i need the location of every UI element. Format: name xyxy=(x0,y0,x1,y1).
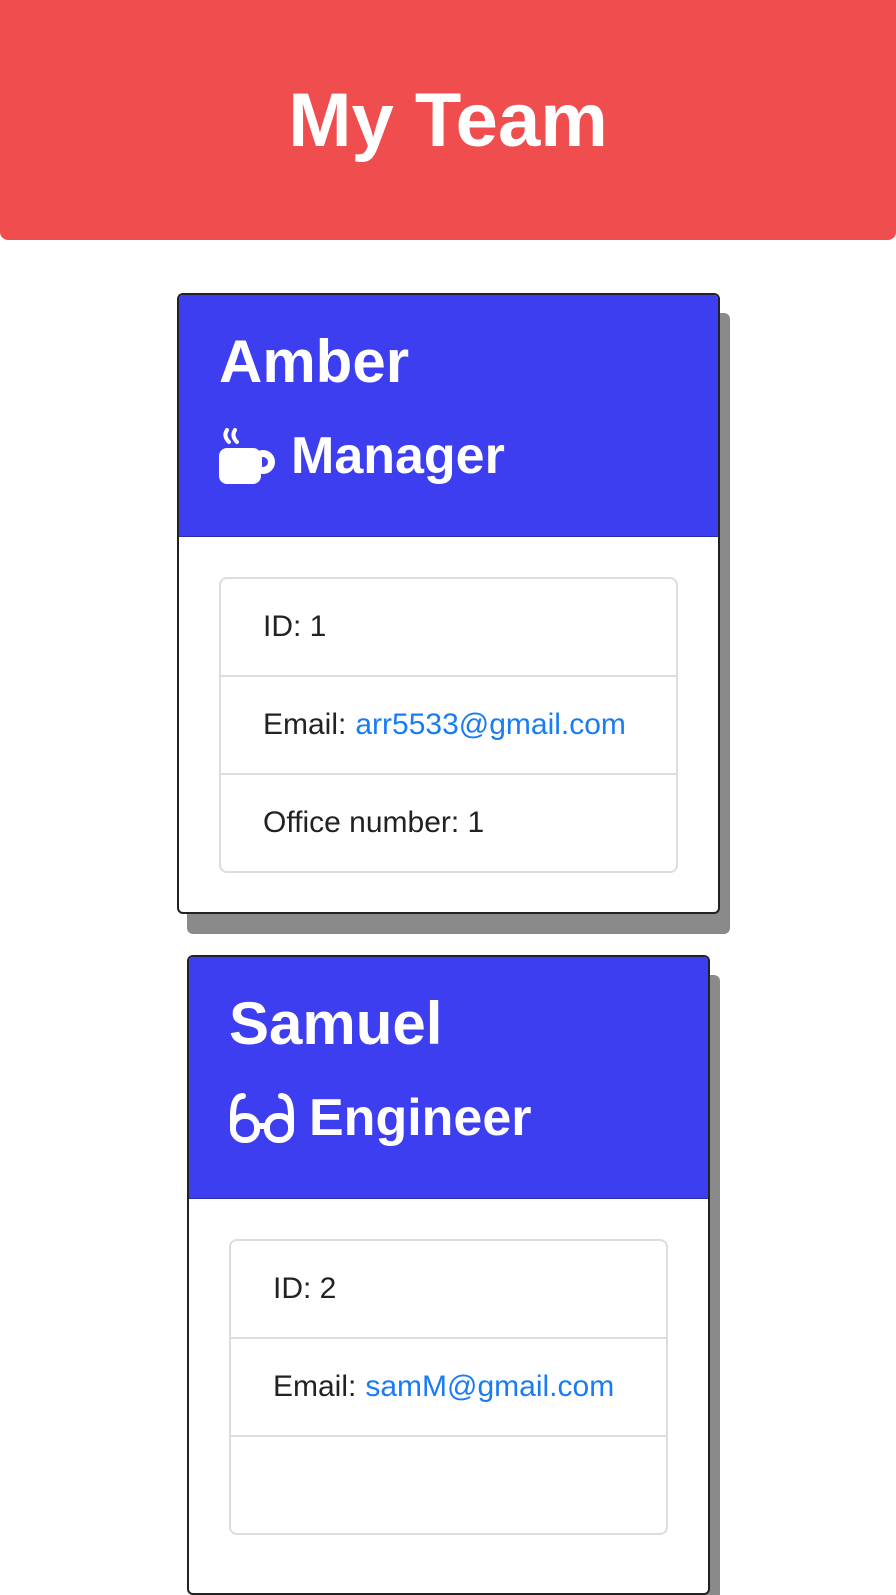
card-header: Amber Manager xyxy=(179,295,718,537)
email-label: Email: xyxy=(263,708,347,741)
list-item xyxy=(231,1435,666,1533)
employee-card-manager: Amber Manager ID: 1 Email: arr5533@gmail.… xyxy=(177,293,720,914)
employee-card-engineer: Samuel Engineer ID: 2 Email: samM@gmail.c… xyxy=(187,955,710,1595)
page-header: My Team xyxy=(0,0,896,240)
info-list: ID: 1 Email: arr5533@gmail.com Office num… xyxy=(219,577,678,873)
id-item: ID: 1 xyxy=(263,610,327,643)
id-item: ID: 2 xyxy=(273,1272,337,1305)
email-link[interactable]: arr5533@gmail.com xyxy=(355,708,626,742)
page-title: My Team xyxy=(288,77,608,163)
email-link[interactable]: samM@gmail.com xyxy=(365,1370,614,1404)
office-number-item: Office number: 1 xyxy=(221,773,676,871)
employee-name: Samuel xyxy=(229,990,443,1057)
role-label: Engineer xyxy=(309,1089,532,1147)
email-item: Email: arr5533@gmail.com xyxy=(221,675,676,773)
role-label: Manager xyxy=(291,427,505,485)
employee-role: Engineer xyxy=(229,1081,668,1155)
email-label: Email: xyxy=(273,1370,357,1403)
email-item: Email: samM@gmail.com xyxy=(231,1337,666,1435)
glasses-icon xyxy=(229,1092,295,1144)
employee-role: Manager xyxy=(219,419,678,493)
info-list: ID: 2 Email: samM@gmail.com xyxy=(229,1239,668,1535)
card-header: Samuel Engineer xyxy=(189,957,708,1199)
employee-name: Amber xyxy=(219,328,410,395)
coffee-icon xyxy=(219,428,277,484)
